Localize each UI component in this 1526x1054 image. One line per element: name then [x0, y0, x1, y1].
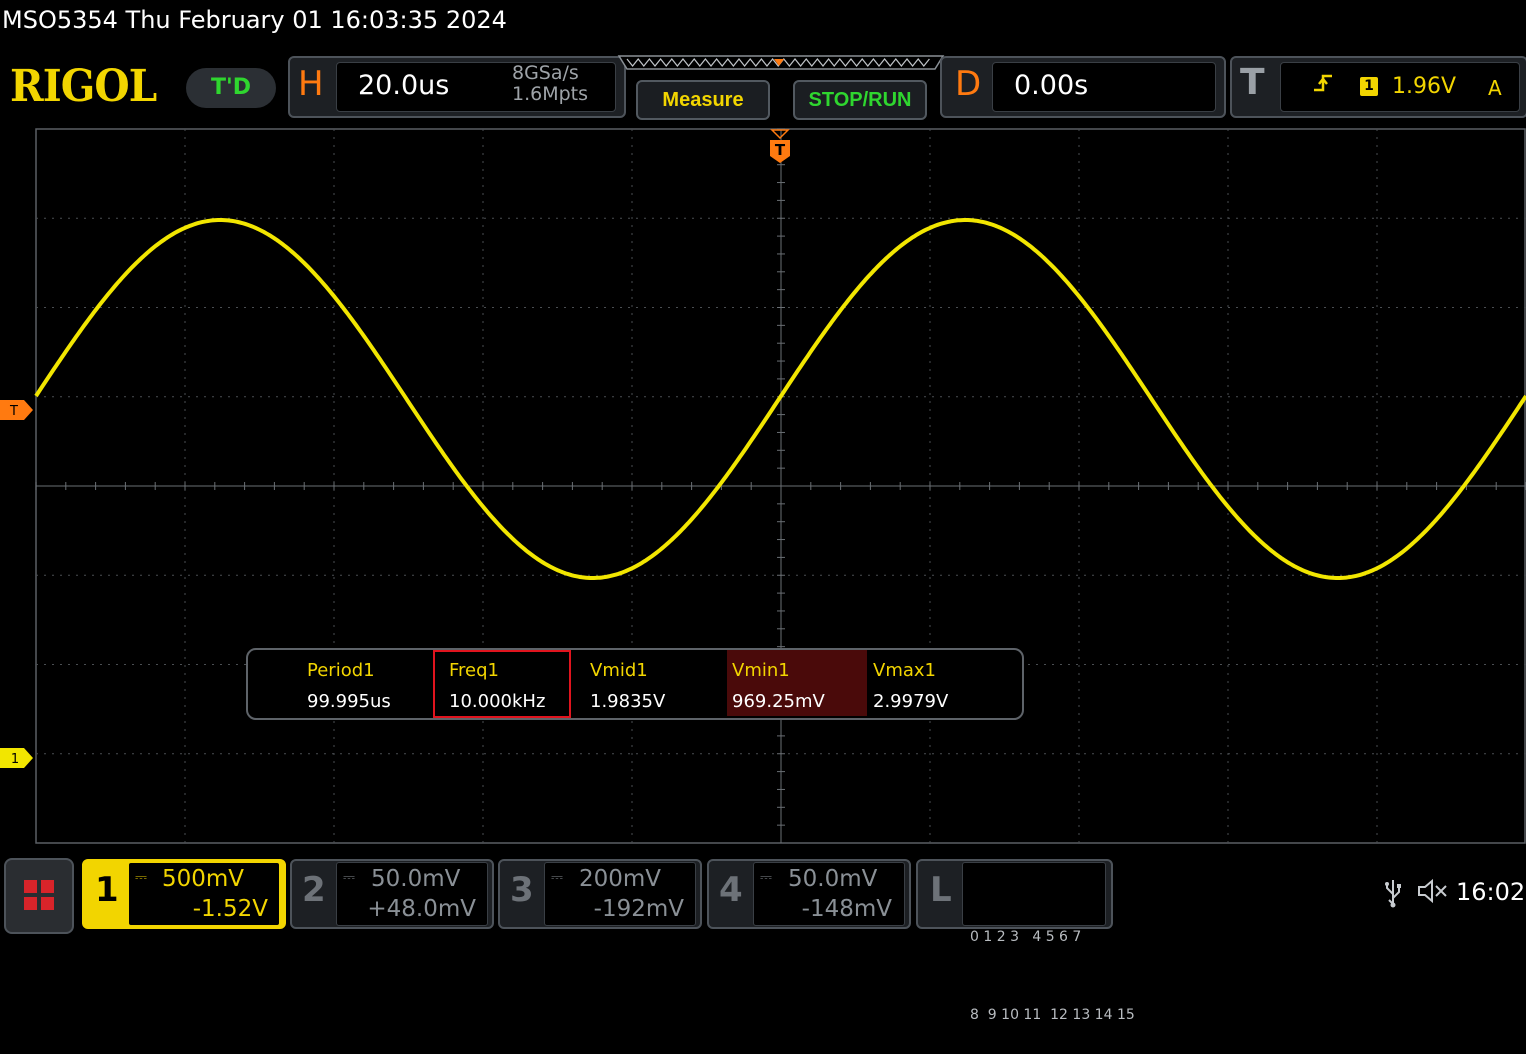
waveform-display[interactable]: [0, 0, 1526, 939]
trigger-position-marker[interactable]: T: [768, 128, 792, 164]
measurement-label: Vmin1: [732, 660, 790, 681]
usb-icon: [1382, 878, 1404, 914]
channel1-number: 1: [95, 870, 119, 910]
frequency-highlight-box: [433, 650, 571, 718]
measurement-value: 2.9979V: [873, 691, 949, 712]
dc-coupling-icon: ⎓: [760, 868, 772, 886]
speaker-muted-icon[interactable]: [1416, 876, 1450, 912]
dc-coupling-icon: ⎓: [135, 868, 147, 886]
measurement-label: Vmax1: [873, 660, 936, 681]
grid-menu-icon: [24, 880, 54, 910]
logic-letter: L: [930, 870, 952, 910]
dc-coupling-icon: ⎓: [551, 868, 563, 886]
channel3-offset: -192mV: [593, 896, 684, 922]
dc-coupling-icon: ⎓: [343, 868, 355, 886]
channel3-number: 3: [510, 870, 534, 910]
trigger-position-marker-label: T: [775, 141, 786, 159]
channel2-offset: +48.0mV: [367, 896, 476, 922]
channel1-marker-label: 1: [11, 752, 19, 767]
channel4-offset: -148mV: [801, 896, 892, 922]
measurement-label: Period1: [307, 660, 375, 681]
channel3-scale: 200mV: [579, 866, 662, 892]
measurement-label: Vmid1: [590, 660, 648, 681]
channel2-number: 2: [302, 870, 326, 910]
measurement-vmax[interactable]: Vmax1 2.9979V: [859, 650, 999, 716]
logic-row-1: 0 1 2 3 4 5 6 7: [970, 929, 1082, 945]
trigger-level-marker[interactable]: T: [0, 399, 34, 421]
logic-row-2: 8 9 10 11 12 13 14 15: [970, 1007, 1135, 1023]
trigger-level-marker-label: T: [9, 404, 18, 419]
channel1-offset: -1.52V: [192, 896, 268, 922]
measurement-value: 969.25mV: [732, 691, 825, 712]
measurement-value: 1.9835V: [590, 691, 666, 712]
measurement-value: 99.995us: [307, 691, 391, 712]
channel4-scale: 50.0mV: [788, 866, 878, 892]
channel4-number: 4: [719, 870, 743, 910]
clock: 16:02: [1456, 878, 1526, 906]
home-menu-button[interactable]: [4, 858, 74, 934]
measurement-vmin[interactable]: Vmin1 969.25mV: [718, 650, 858, 716]
measurement-period[interactable]: Period1 99.995us: [293, 650, 433, 716]
channel1-offset-marker[interactable]: 1: [0, 747, 34, 769]
measurement-vmid[interactable]: Vmid1 1.9835V: [576, 650, 716, 716]
graticule: [35, 128, 1526, 844]
channel1-scale: 500mV: [162, 866, 245, 892]
logic-channel-numbers: 0 1 2 3 4 5 6 7 8 9 10 11 12 13 14 15: [970, 872, 1135, 1054]
channel2-scale: 50.0mV: [371, 866, 461, 892]
